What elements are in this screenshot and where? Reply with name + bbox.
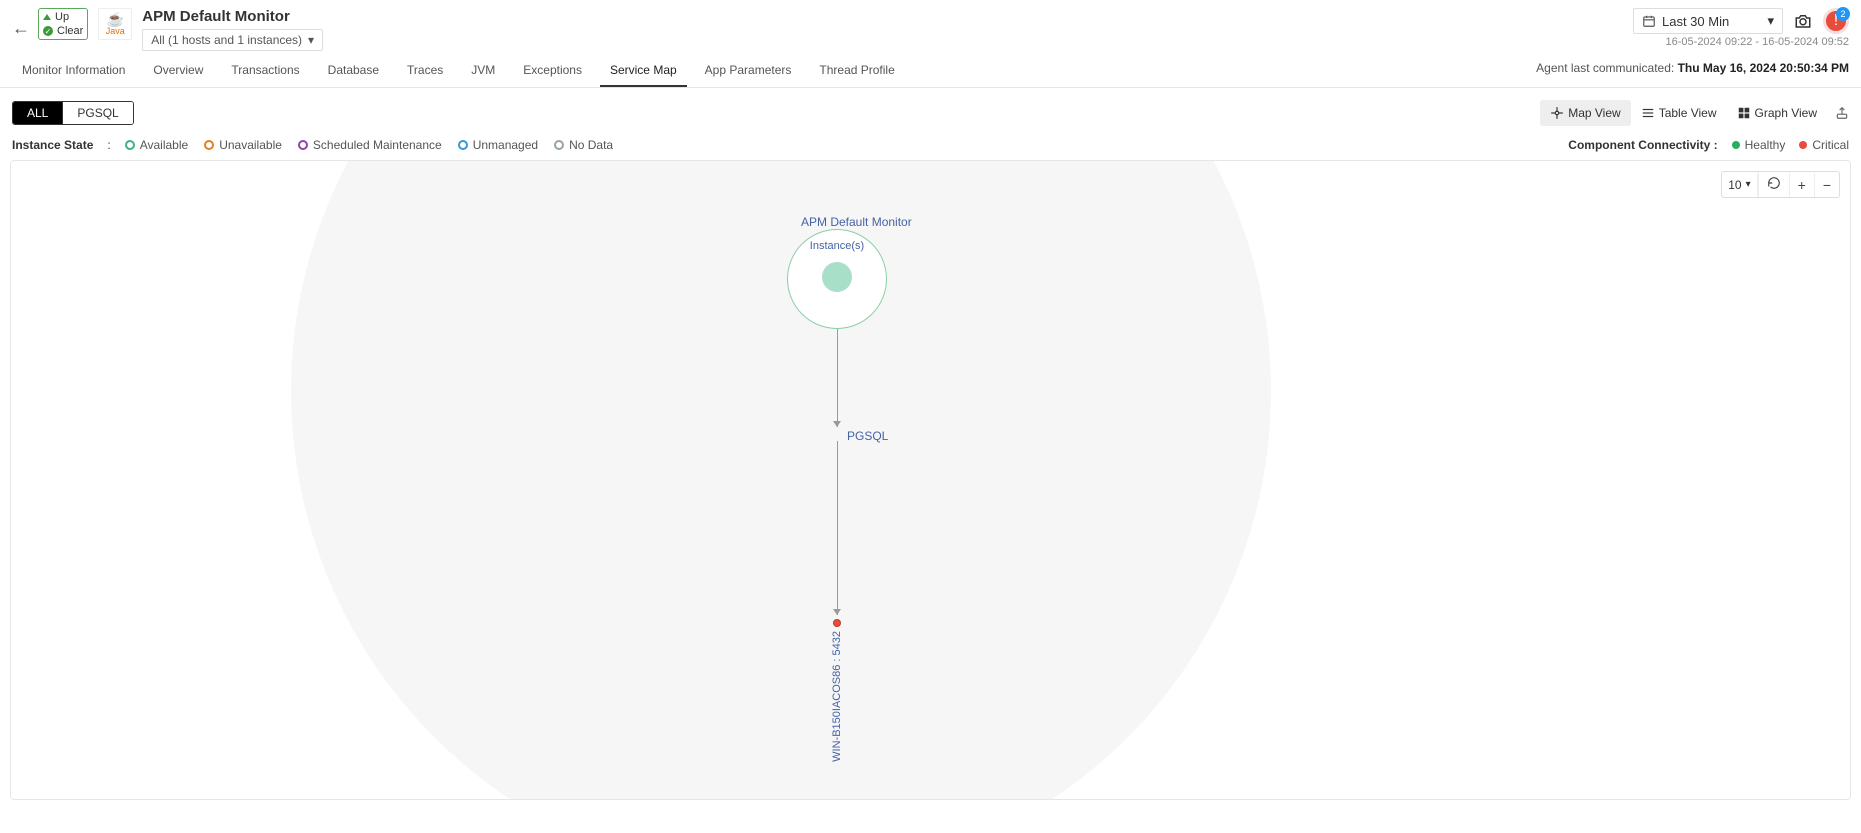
time-range-dropdown[interactable]: Last 30 Min ▾ [1633, 8, 1783, 34]
zoom-level-dropdown[interactable]: 10 ▾ [1722, 174, 1757, 196]
tab-overview[interactable]: Overview [143, 55, 213, 87]
legend-available: Available [125, 138, 188, 152]
camera-icon[interactable] [1793, 12, 1813, 30]
status-clear-label: Clear [57, 25, 83, 37]
tab-database[interactable]: Database [318, 55, 389, 87]
nodata-icon [554, 140, 564, 150]
legend-conn-title: Component Connectivity : [1568, 138, 1717, 152]
legend-unavailable-label: Unavailable [219, 138, 282, 152]
legend-critical: Critical [1799, 138, 1849, 152]
map-title: APM Default Monitor [801, 215, 912, 229]
critical-icon [1799, 141, 1807, 149]
tab-traces[interactable]: Traces [397, 55, 453, 87]
zoom-value: 10 [1728, 178, 1741, 192]
connector-line [837, 441, 838, 615]
tab-monitor-information[interactable]: Monitor Information [12, 55, 135, 87]
legend-available-label: Available [140, 138, 188, 152]
service-map-canvas[interactable]: APM Default Monitor Instance(s) PGSQL WI… [10, 160, 1851, 800]
refresh-icon [1767, 176, 1781, 190]
filter-pgsql[interactable]: PGSQL [62, 102, 132, 124]
arrow-up-icon [43, 14, 51, 20]
tab-transactions[interactable]: Transactions [221, 55, 309, 87]
pgsql-node[interactable] [833, 619, 841, 627]
legend-healthy-label: Healthy [1745, 138, 1786, 152]
maintenance-icon [298, 140, 308, 150]
zoom-out-button[interactable]: − [1814, 173, 1839, 197]
legend-critical-label: Critical [1812, 138, 1849, 152]
back-button[interactable]: ← [12, 18, 30, 39]
legend-healthy: Healthy [1732, 138, 1786, 152]
healthy-icon [1732, 141, 1740, 149]
tab-app-parameters[interactable]: App Parameters [695, 55, 802, 87]
legend-maintenance: Scheduled Maintenance [298, 138, 442, 152]
legend-colon: : [107, 138, 110, 152]
legend-nodata-label: No Data [569, 138, 613, 152]
alerts-button[interactable]: ! 2 [1823, 8, 1849, 34]
legend-maintenance-label: Scheduled Maintenance [313, 138, 442, 152]
java-icon: ☕ Java [98, 8, 132, 40]
graph-icon [1737, 106, 1751, 120]
graph-view-button[interactable]: Graph View [1727, 100, 1827, 126]
instances-inner-circle [822, 262, 852, 292]
map-tools: 10 ▾ + − [1721, 171, 1840, 198]
status-box: Up ✓ Clear [38, 8, 88, 40]
chevron-down-icon: ▾ [1746, 179, 1751, 190]
time-range-text: 16-05-2024 09:22 - 16-05-2024 09:52 [1666, 36, 1849, 48]
tab-thread-profile[interactable]: Thread Profile [809, 55, 904, 87]
chevron-down-icon: ▾ [1767, 13, 1774, 29]
agent-prefix: Agent last communicated: [1536, 61, 1677, 75]
pgsql-node-label: WIN-B150IACOS86 : 5432 [831, 631, 843, 762]
legend-title: Instance State [12, 138, 93, 152]
agent-communicated: Agent last communicated: Thu May 16, 202… [1536, 61, 1849, 81]
java-cup-icon: ☕ [107, 12, 124, 26]
tabs: Monitor Information Overview Transaction… [0, 55, 1861, 88]
tab-exceptions[interactable]: Exceptions [513, 55, 592, 87]
map-view-button[interactable]: Map View [1540, 100, 1630, 126]
instances-label: Instance(s) [810, 240, 864, 252]
arrow-head-icon [833, 609, 841, 615]
alerts-count: 2 [1836, 7, 1850, 21]
map-icon [1550, 106, 1564, 120]
zoom-in-button[interactable]: + [1789, 173, 1814, 197]
table-view-button[interactable]: Table View [1631, 100, 1727, 126]
status-clear: ✓ Clear [43, 25, 83, 37]
hosts-dropdown[interactable]: All (1 hosts and 1 instances) ▾ [142, 29, 323, 51]
graph-view-label: Graph View [1755, 106, 1817, 120]
filter-all[interactable]: ALL [13, 102, 62, 124]
status-up-label: Up [55, 11, 69, 23]
table-view-label: Table View [1659, 106, 1717, 120]
java-label: Java [106, 26, 125, 36]
tab-service-map[interactable]: Service Map [600, 55, 687, 87]
legend-unmanaged: Unmanaged [458, 138, 538, 152]
map-view-label: Map View [1568, 106, 1620, 120]
arrow-head-icon [833, 421, 841, 427]
tab-jvm[interactable]: JVM [461, 55, 505, 87]
unavailable-icon [204, 140, 214, 150]
legend-unavailable: Unavailable [204, 138, 282, 152]
filter-pills: ALL PGSQL [12, 101, 134, 125]
check-icon: ✓ [43, 26, 53, 36]
time-dropdown-label: Last 30 Min [1662, 14, 1729, 29]
canvas-background [291, 160, 1271, 800]
status-up: Up [43, 11, 83, 23]
share-icon[interactable] [1835, 106, 1849, 120]
page-title: APM Default Monitor [142, 8, 323, 25]
table-icon [1641, 106, 1655, 120]
unmanaged-icon [458, 140, 468, 150]
agent-time: Thu May 16, 2024 20:50:34 PM [1678, 61, 1849, 75]
refresh-button[interactable] [1758, 172, 1789, 197]
available-icon [125, 140, 135, 150]
connector-line [837, 329, 838, 427]
legend-nodata: No Data [554, 138, 613, 152]
pgsql-label: PGSQL [847, 429, 888, 443]
legend-unmanaged-label: Unmanaged [473, 138, 538, 152]
instances-node[interactable]: Instance(s) [787, 229, 887, 329]
chevron-down-icon: ▾ [308, 33, 314, 47]
hosts-dropdown-label: All (1 hosts and 1 instances) [151, 33, 302, 47]
calendar-icon [1642, 14, 1656, 28]
